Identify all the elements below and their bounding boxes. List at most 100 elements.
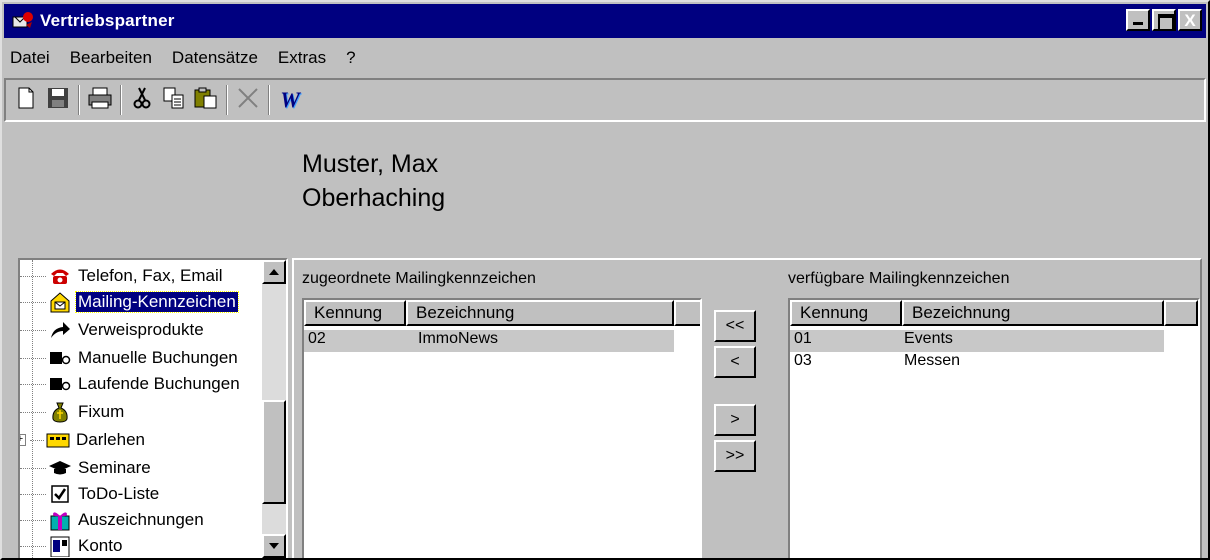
tree-item-label: Auszeichnungen <box>78 510 204 529</box>
column-bezeichnung[interactable]: Bezeichnung <box>406 300 674 326</box>
tree-item-fixum[interactable]: Fixum <box>20 400 126 424</box>
column-filler <box>674 300 700 326</box>
tree-item-label: Fixum <box>78 402 125 421</box>
tree-connector <box>20 519 46 521</box>
paste-button[interactable] <box>192 85 220 115</box>
booking-icon <box>48 373 72 395</box>
expand-icon[interactable]: + <box>20 434 26 446</box>
tree-item-mailing-kennzeichen[interactable]: Mailing-Kennzeichen <box>20 290 239 314</box>
tree-connector <box>20 275 46 277</box>
cut-icon <box>132 87 152 114</box>
navigation-tree: Telefon, Fax, Email Mailing-Kennzeichen … <box>18 258 288 558</box>
tree-item-label: Konto <box>78 536 123 555</box>
partner-name: Muster, Max <box>302 150 439 178</box>
new-button[interactable] <box>12 85 40 115</box>
menu-extras[interactable]: Extras <box>278 48 326 68</box>
tree-item-darlehen[interactable]: + Darlehen <box>20 428 147 452</box>
maximize-button[interactable] <box>1152 9 1176 31</box>
assigned-title: zugeordnete Mailingkennzeichen <box>302 270 536 287</box>
tree-item-label: Darlehen <box>76 430 145 449</box>
list-header: Kennung Bezeichnung <box>304 300 700 326</box>
loan-icon <box>46 429 70 451</box>
scroll-down-button[interactable] <box>262 534 286 558</box>
telephone-icon <box>48 265 72 287</box>
menu-datei[interactable]: Datei <box>10 48 50 68</box>
cut-button[interactable] <box>128 85 156 115</box>
scroll-thumb[interactable] <box>262 400 286 504</box>
toolbar-separator <box>78 85 80 115</box>
tree-item-auszeichnungen[interactable]: Auszeichnungen <box>20 508 206 532</box>
save-button[interactable] <box>44 85 72 115</box>
column-bezeichnung[interactable]: Bezeichnung <box>902 300 1164 326</box>
tree-item-verweisprodukte[interactable]: Verweisprodukte <box>20 318 206 342</box>
row-kennung: 01 <box>794 330 812 347</box>
toolbar: W <box>4 78 1206 122</box>
menu-datensaetze[interactable]: Datensätze <box>172 48 258 68</box>
title-bar[interactable]: Vertriebspartner X <box>4 4 1206 38</box>
available-list[interactable]: Kennung Bezeichnung 01 Events 03 Messen <box>788 298 1200 558</box>
account-icon <box>48 535 72 557</box>
row-kennung: 02 <box>308 330 326 347</box>
toolbar-separator <box>120 85 122 115</box>
available-title: verfügbare Mailingkennzeichen <box>788 270 1010 287</box>
menu-bearbeiten[interactable]: Bearbeiten <box>70 48 152 68</box>
list-header: Kennung Bezeichnung <box>790 300 1198 326</box>
paste-icon <box>194 87 218 114</box>
tree-item-label: Mailing-Kennzeichen <box>75 291 239 313</box>
mailing-panel: zugeordnete Mailingkennzeichen verfügbar… <box>292 258 1202 558</box>
tree-item-label: Manuelle Buchungen <box>78 348 238 367</box>
tree-item-label: Telefon, Fax, Email <box>78 266 223 285</box>
tree-connector <box>20 329 46 331</box>
application-window: Vertriebspartner X Datei Bearbeiten Date… <box>0 0 1210 560</box>
partner-header: Muster, Max Oberhaching <box>4 124 1206 256</box>
tree-connector <box>20 545 46 547</box>
tree-connector <box>20 357 46 359</box>
gift-icon <box>48 509 72 531</box>
minimize-button[interactable] <box>1126 9 1150 31</box>
toolbar-separator <box>226 85 228 115</box>
tree-item-telefon[interactable]: Telefon, Fax, Email <box>20 264 225 288</box>
arrow-down-icon <box>269 541 279 552</box>
delete-icon <box>237 87 259 114</box>
tree-scrollbar[interactable] <box>262 260 286 558</box>
menu-help[interactable]: ? <box>346 48 355 68</box>
tree-item-konto[interactable]: Konto <box>20 534 124 558</box>
table-row[interactable]: 03 Messen <box>790 352 1164 374</box>
close-button[interactable]: X <box>1178 9 1202 31</box>
table-row[interactable]: 02 ImmoNews <box>304 330 674 352</box>
tree-connector <box>20 301 46 303</box>
delete-button[interactable] <box>234 85 262 115</box>
partner-city: Oberhaching <box>302 184 446 212</box>
menu-bar: Datei Bearbeiten Datensätze Extras ? <box>4 40 1206 76</box>
arrow-icon <box>48 319 72 341</box>
money-bag-icon <box>48 401 72 423</box>
toolbar-separator <box>268 85 270 115</box>
tree-item-laufende-buchungen[interactable]: Laufende Buchungen <box>20 372 242 396</box>
assigned-list[interactable]: Kennung Bezeichnung 02 ImmoNews <box>302 298 702 558</box>
scroll-up-button[interactable] <box>262 260 286 284</box>
tree-connector <box>20 383 46 385</box>
tree-item-label: Laufende Buchungen <box>78 374 240 393</box>
tree-item-label: ToDo-Liste <box>78 484 160 503</box>
tree-item-todo-liste[interactable]: ToDo-Liste <box>20 482 161 506</box>
tree-item-manuelle-buchungen[interactable]: Manuelle Buchungen <box>20 346 240 370</box>
copy-icon <box>163 87 185 114</box>
column-kennung[interactable]: Kennung <box>790 300 902 326</box>
table-row[interactable]: 01 Events <box>790 330 1164 352</box>
add-button[interactable]: < <box>714 346 756 378</box>
row-kennung: 03 <box>794 352 812 369</box>
new-icon <box>17 87 35 114</box>
add-all-button[interactable]: << <box>714 310 756 342</box>
print-button[interactable] <box>86 85 114 115</box>
column-kennung[interactable]: Kennung <box>304 300 406 326</box>
copy-button[interactable] <box>160 85 188 115</box>
row-bezeichnung: Events <box>904 330 953 347</box>
tree-connector <box>30 439 44 441</box>
remove-all-button[interactable]: >> <box>714 440 756 472</box>
word-button[interactable]: W <box>276 85 304 115</box>
booking-icon <box>48 347 72 369</box>
window-controls: X <box>1124 9 1202 31</box>
tree-item-seminare[interactable]: Seminare <box>20 456 153 480</box>
tree-connector <box>20 467 46 469</box>
remove-button[interactable]: > <box>714 404 756 436</box>
